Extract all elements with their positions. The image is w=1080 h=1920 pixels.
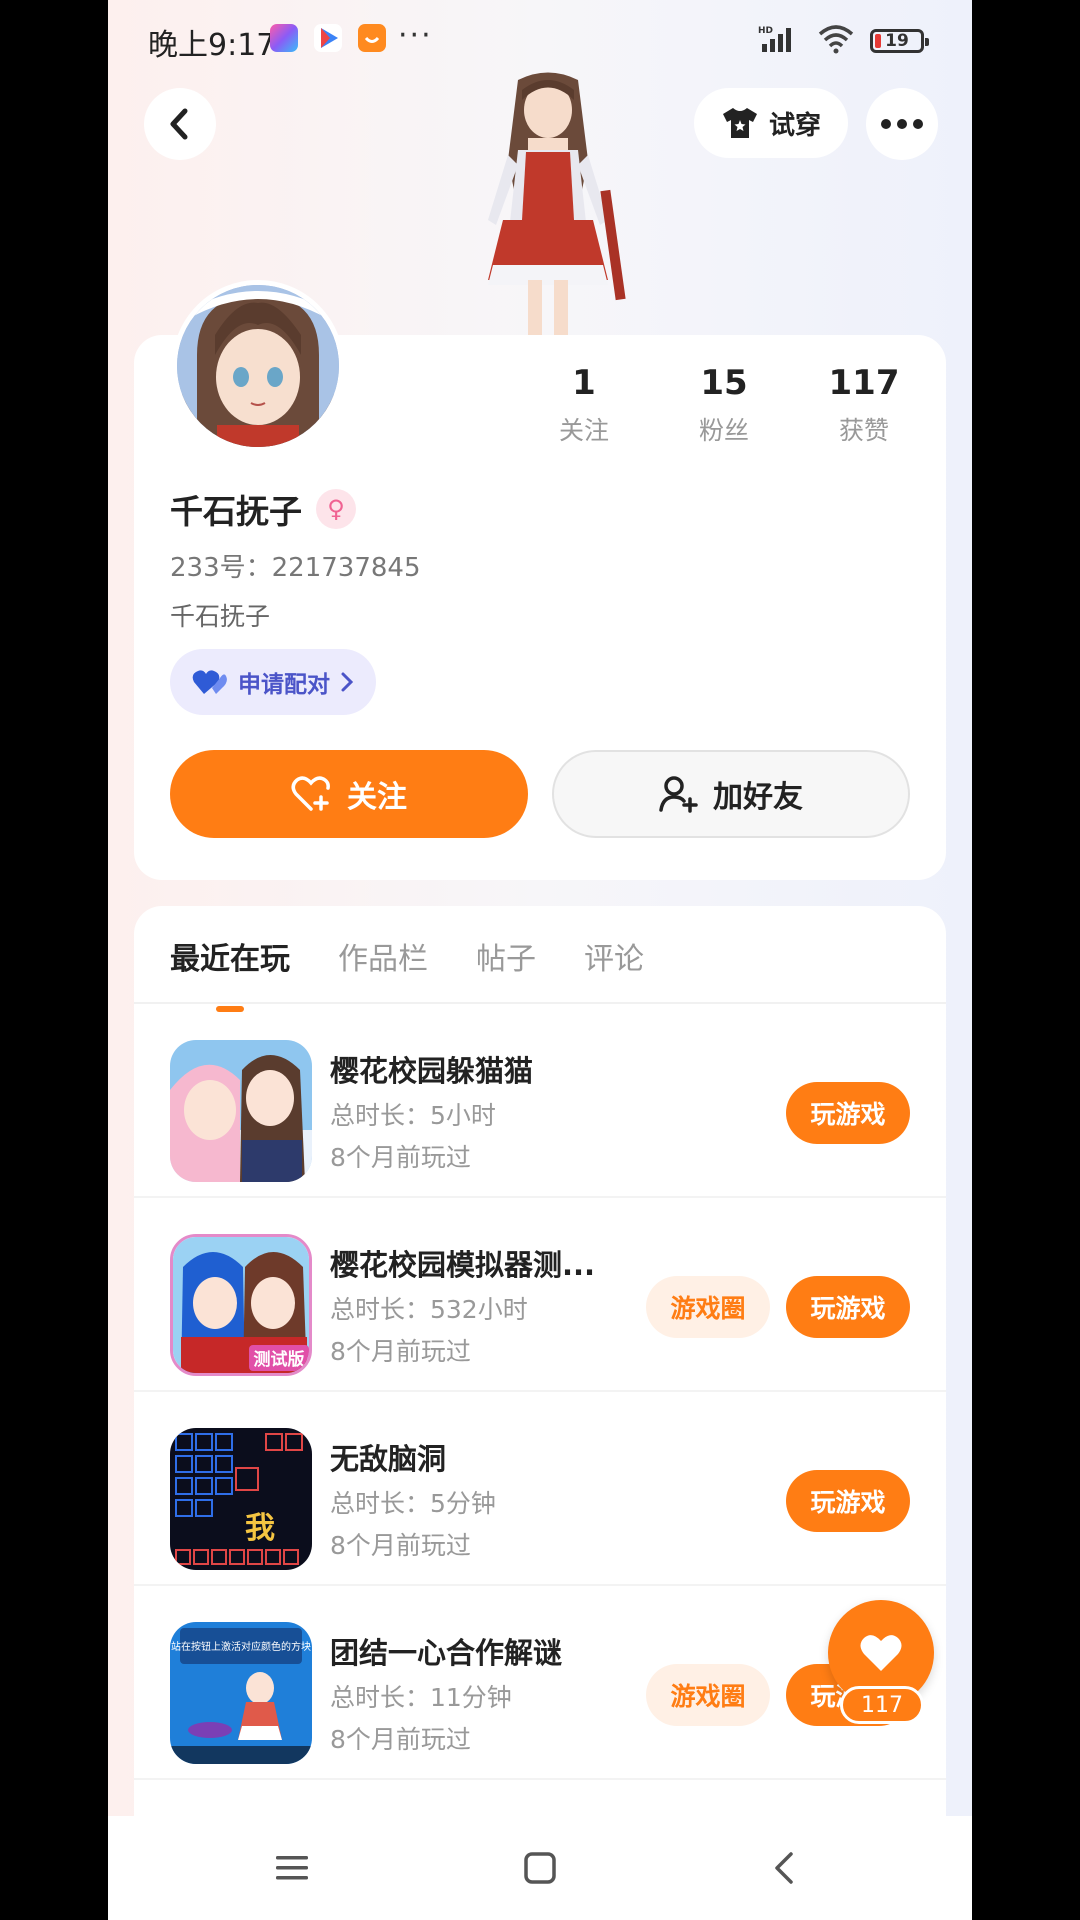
tshirt-icon [722,108,757,138]
user-id: 233号：221737845 [170,553,421,583]
follow-button[interactable]: 关注 [170,750,528,838]
profile-stats: 1 关注 15 粉丝 117 获赞 [514,363,934,447]
stat-likes[interactable]: 117 获赞 [794,363,934,447]
more-notifications-icon: ··· [398,18,433,53]
game-icon[interactable]: 站在按钮上激活对应颜色的方块 [170,1622,312,1764]
menu-icon[interactable] [270,1846,314,1890]
apply-pair-button[interactable]: 申请配对 [170,649,376,715]
game-duration: 总时长：532小时 [330,1295,528,1324]
game-row[interactable]: 我 无敌脑洞 总时长：5分钟 8个月前玩过 玩游戏 [134,1392,946,1586]
svg-text:HD: HD [758,26,773,36]
game-title: 团结一心合作解谜 [330,1636,563,1670]
game-last-played: 8个月前玩过 [330,1531,471,1560]
game-duration: 总时长：11分钟 [330,1683,512,1712]
game-icon[interactable]: 我 [170,1428,312,1570]
back-nav-icon[interactable] [762,1846,806,1890]
tab-recently-played[interactable]: 最近在玩 [170,934,290,1012]
add-user-icon [659,776,698,813]
following-label: 关注 [558,416,609,445]
add-friend-label: 加好友 [713,780,803,815]
game-duration: 总时长：5分钟 [330,1489,496,1518]
back-button[interactable] [144,88,216,160]
tab-comments[interactable]: 评论 [584,934,644,978]
game-title: 樱花校园模拟器测... [330,1248,596,1282]
play-game-button[interactable]: 玩游戏 [786,1470,910,1532]
following-count: 1 [572,363,596,403]
pair-label: 申请配对 [238,672,330,698]
play-game-button[interactable]: 玩游戏 [786,1082,910,1144]
likes-label: 获赞 [838,416,889,445]
avatar-3d-figure [448,70,648,340]
battery-icon: 19 [870,29,929,53]
add-friend-button[interactable]: 加好友 [552,750,910,838]
followers-label: 粉丝 [698,416,749,445]
svg-text:测试版: 测试版 [254,1349,305,1370]
game-title: 无敌脑洞 [330,1442,447,1476]
heart-pair-icon [192,670,227,694]
smile-app-icon [358,24,386,52]
game-circle-button[interactable]: 游戏圈 [646,1664,770,1726]
system-nav-bar [108,1816,972,1920]
female-icon: ♀ [316,489,356,529]
stat-followers[interactable]: 15 粉丝 [654,363,794,447]
game-row[interactable]: 站在按钮上激活对应颜色的方块 团结一心合作解谜 总时长：11分钟 8个月前玩过 … [134,1586,946,1780]
profile-tabs: 最近在玩 作品栏 帖子 评论 [170,934,644,1012]
more-icon [881,119,923,129]
status-time: 晚上9:17 [148,28,276,63]
heart-icon [860,1635,902,1671]
game-circle-button[interactable]: 游戏圈 [646,1276,770,1338]
game-app-icon [270,24,298,52]
game-row[interactable]: 测试版 樱花校园模拟器测... 总时长：532小时 8个月前玩过 游戏圈 玩游戏 [134,1198,946,1392]
username-row: 千石抚子 ♀ [170,485,356,533]
heart-plus-icon [291,776,330,811]
signal-icon: HD [758,24,802,58]
game-row[interactable]: 樱花校园躲猫猫 总时长：5小时 8个月前玩过 玩游戏 [134,1004,946,1198]
tab-works[interactable]: 作品栏 [338,934,428,978]
status-icons: HD 19 [758,24,929,58]
home-icon[interactable] [518,1846,562,1890]
status-bar: 晚上9:17 ··· HD 19 [108,0,972,80]
play-game-button[interactable]: 玩游戏 [786,1276,910,1338]
play-app-icon [314,24,342,52]
username: 千石抚子 [170,492,302,531]
game-duration: 总时长：5小时 [330,1101,496,1130]
avatar[interactable] [172,280,344,452]
phone-screen: 晚上9:17 ··· HD 19 试穿 1 关注 15 粉丝 117 获赞 千石… [108,0,972,1920]
svg-text:我: 我 [245,1511,275,1546]
user-bio: 千石抚子 [170,602,271,631]
game-last-played: 8个月前玩过 [330,1337,471,1366]
likes-count: 117 [828,363,900,403]
game-title: 樱花校园躲猫猫 [330,1054,534,1088]
like-count-badge: 117 [840,1686,924,1724]
more-options-button[interactable] [866,88,938,160]
game-icon[interactable] [170,1040,312,1182]
wifi-icon [818,24,854,58]
followers-count: 15 [700,363,748,403]
game-icon[interactable]: 测试版 [170,1234,312,1376]
game-last-played: 8个月前玩过 [330,1725,471,1754]
chevron-right-icon [341,672,354,692]
svg-text:站在按钮上激活对应颜色的方块: 站在按钮上激活对应颜色的方块 [171,1640,311,1653]
follow-label: 关注 [347,780,407,815]
tryon-label: 试穿 [768,110,821,141]
stat-following[interactable]: 1 关注 [514,363,654,447]
game-last-played: 8个月前玩过 [330,1143,471,1172]
recent-games-card: 最近在玩 作品栏 帖子 评论 樱花校园躲猫猫 总时长：5小时 8个月前玩过 玩游… [134,906,946,1906]
chevron-left-icon [170,108,188,140]
tryon-button[interactable]: 试穿 [694,88,848,158]
tab-posts[interactable]: 帖子 [476,934,536,978]
